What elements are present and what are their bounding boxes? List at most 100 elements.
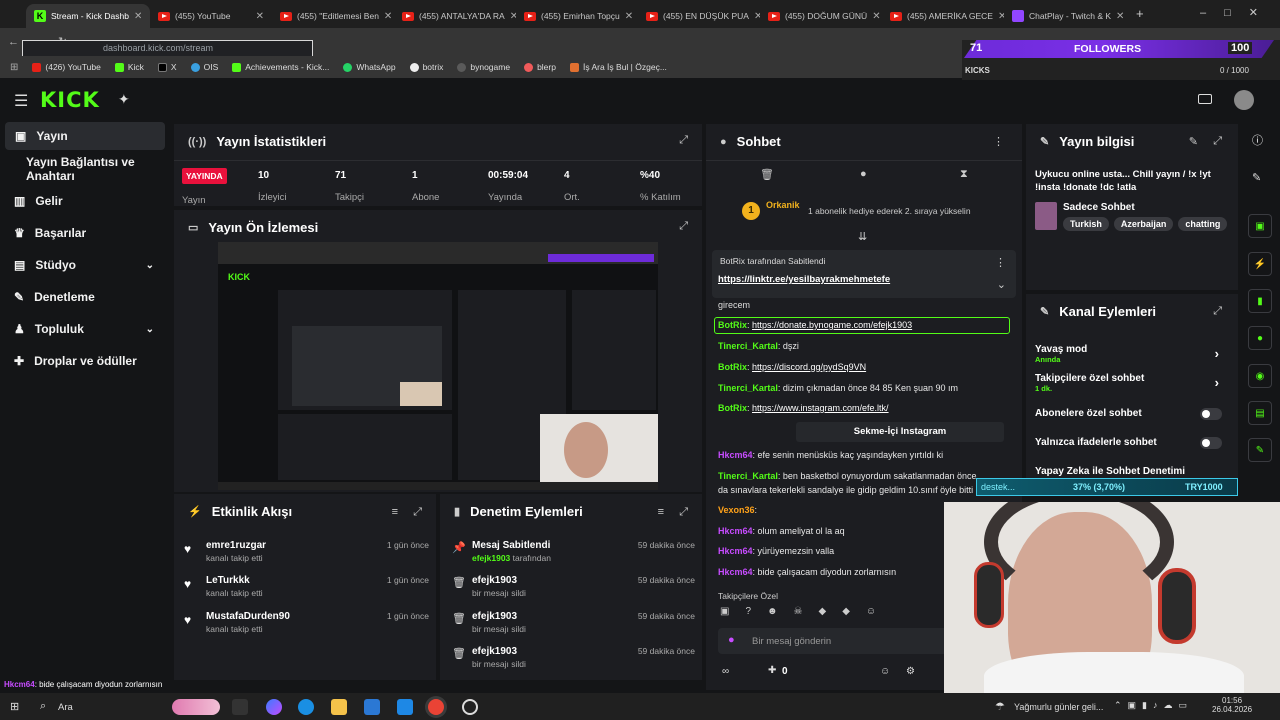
chat-username[interactable]: Hkcm64	[718, 526, 753, 536]
tab-youtube[interactable]: (455) EN DÜŞÜK PUA ✕	[638, 4, 760, 28]
tab-youtube[interactable]: (455) "Editlemesi Ben ✕	[272, 4, 394, 28]
new-tab-button[interactable]: +	[1136, 6, 1144, 21]
sidebar-item-basarilar[interactable]: ♛ Başarılar	[0, 219, 172, 247]
sidebar-item-droplar[interactable]: ✚ Droplar ve ödüller	[0, 347, 172, 375]
ai-moderation-row[interactable]: Yapay Zeka ile Sohbet Denetimi	[1035, 466, 1225, 476]
instagram-tab-button[interactable]: Sekme-İçi Instagram	[796, 422, 1004, 442]
subscribers-only-toggle[interactable]	[1200, 408, 1222, 420]
close-tab-icon[interactable]: ✕	[384, 11, 392, 22]
rail-button-5[interactable]: ◉	[1248, 364, 1272, 388]
emotes-only-row[interactable]: Yalnızca ifadelerle sohbet	[1035, 437, 1225, 448]
emote-icon[interactable]: ☺	[866, 606, 876, 622]
tag[interactable]: Turkish	[1063, 217, 1109, 231]
sidebar-item-studyo[interactable]: ▤ Stüdyo ⌄	[0, 251, 172, 279]
emote-icon[interactable]: ☠	[794, 606, 803, 622]
collapse-icon[interactable]: ⇊	[858, 230, 867, 243]
file-explorer-icon[interactable]	[331, 699, 347, 715]
emotes-only-toggle[interactable]	[1200, 437, 1222, 449]
weather-text[interactable]: Yağmurlu günler geli...	[1014, 702, 1103, 712]
expand-icon[interactable]: ⤢	[679, 220, 688, 233]
expand-icon[interactable]: ⤢	[679, 134, 688, 147]
close-tab-icon[interactable]: ✕	[872, 11, 880, 22]
taskbar-search[interactable]: Ara	[58, 702, 73, 713]
info-icon[interactable]: ⓘ	[1252, 132, 1263, 148]
pencil-icon[interactable]: ✎	[1252, 171, 1261, 184]
obs-icon[interactable]	[462, 699, 478, 715]
chrome-icon[interactable]	[428, 699, 444, 715]
chat-bubble-icon[interactable]: ●	[860, 168, 867, 180]
slow-mode-row[interactable]: Yavaş mod Anında ›	[1035, 344, 1225, 364]
windows-start-icon[interactable]: ⊞	[10, 700, 19, 713]
chat-link[interactable]: https://donate.bynogame.com/efejk1903	[752, 320, 912, 330]
rail-button-6[interactable]: ▤	[1248, 401, 1272, 425]
chat-username[interactable]: Tinerci_Kartal	[718, 383, 778, 393]
bookmark-whatsapp[interactable]: WhatsApp	[343, 62, 396, 72]
sidebar-item-gelir[interactable]: ▥ Gelir	[0, 187, 172, 215]
rail-button-7[interactable]: ✎	[1248, 438, 1272, 462]
hourglass-icon[interactable]: ⧗	[960, 168, 968, 181]
sidebar-item-yayin[interactable]: ▣ Yayın	[5, 122, 165, 150]
apps-icon[interactable]: ⊞	[10, 62, 18, 73]
sidebar-item-denetleme[interactable]: ✎ Denetleme	[0, 283, 172, 311]
emote-icon[interactable]: ▣	[720, 606, 729, 622]
tag[interactable]: chatting	[1178, 217, 1228, 231]
emote-icon[interactable]: ◆	[819, 606, 827, 622]
edge-icon[interactable]	[298, 699, 314, 715]
chat-username[interactable]: BotRix	[718, 362, 747, 372]
tab-chatplay[interactable]: ChatPlay - Twitch & K ✕	[1004, 4, 1128, 28]
more-options-icon[interactable]: ⋮	[993, 135, 1004, 148]
close-tab-icon[interactable]: ✕	[625, 11, 633, 22]
back-icon[interactable]: ←	[8, 36, 19, 48]
emote-icon[interactable]: ?	[745, 606, 751, 622]
expand-icon[interactable]: ⤢	[413, 506, 422, 519]
bookmark-kick[interactable]: Kick	[114, 62, 144, 72]
stream-preview-video[interactable]: KICK	[218, 242, 658, 490]
bookmark-achievements[interactable]: Achievements - Kick...	[232, 62, 329, 72]
followers-only-row[interactable]: Takipçilere özel sohbet 1 dk. ›	[1035, 373, 1225, 393]
subscribers-only-row[interactable]: Abonelere özel sohbet	[1035, 408, 1225, 419]
tab-youtube[interactable]: (455) ANTALYA'DA RA ✕	[394, 4, 516, 28]
unpin-icon[interactable]: ⋮	[995, 256, 1006, 269]
chat-username[interactable]: Hkcm64	[718, 567, 753, 577]
trash-icon[interactable]: 🗑	[760, 168, 774, 181]
chat-username[interactable]: BotRix	[718, 403, 747, 413]
tab-youtube[interactable]: (455) AMERİKA GECE ✕	[882, 4, 1004, 28]
tab-youtube[interactable]: (455) YouTube ✕	[150, 4, 272, 28]
rail-button-1[interactable]: ▣	[1248, 214, 1272, 238]
system-tray-icons[interactable]: ⌃▣▮♪☁▭	[1114, 700, 1193, 711]
category-name[interactable]: Sadece Sohbet	[1063, 202, 1135, 213]
mail-icon[interactable]	[397, 699, 413, 715]
expand-icon[interactable]: ⤢	[1213, 135, 1222, 148]
tag[interactable]: Azerbaijan	[1113, 217, 1174, 231]
rail-button-3[interactable]: ▮	[1248, 289, 1272, 313]
chat-username[interactable]: Hkcm64	[718, 546, 753, 556]
chat-username[interactable]: Hkcm64	[718, 450, 753, 460]
bookmark-blerp[interactable]: blerp	[524, 62, 556, 72]
bookmark-youtube[interactable]: (426) YouTube	[32, 62, 101, 72]
menu-icon[interactable]: ☰	[14, 91, 28, 111]
chat-username[interactable]: Vexon36	[718, 505, 755, 515]
filter-icon[interactable]: ≡	[392, 506, 398, 518]
users-icon[interactable]: ∞	[722, 666, 729, 677]
clock[interactable]: 01:56 26.04.2026	[1212, 696, 1252, 714]
pinned-link[interactable]: https://linktr.ee/yesilbayrakmehmetefe	[718, 274, 890, 285]
tab-youtube[interactable]: (455) DOĞUM GÜNÜ ✕	[760, 4, 882, 28]
sidebar-item-stream-key[interactable]: Yayın Bağlantısı ve Anahtarı	[0, 155, 172, 183]
bookmark-botrix[interactable]: botrix	[409, 62, 443, 72]
pin-icon[interactable]: ✦	[118, 91, 130, 108]
chat-link[interactable]: https://www.instagram.com/efe.ltk/	[752, 403, 889, 413]
close-tab-icon[interactable]: ✕	[1116, 11, 1124, 22]
search-icon[interactable]: ⌕	[40, 700, 46, 713]
bookmark-is-ara[interactable]: İş Ara İş Bul | Özgeç...	[569, 62, 667, 72]
expand-icon[interactable]: ⤢	[679, 506, 688, 519]
close-tab-icon[interactable]: ✕	[256, 11, 264, 22]
tab-youtube[interactable]: (455) Emirhan Topçu ✕	[516, 4, 638, 28]
chat-link[interactable]: https://discord.gg/pydSq9VN	[752, 362, 866, 372]
chat-username[interactable]: BotRix	[718, 320, 747, 330]
cast-icon[interactable]	[1198, 94, 1212, 104]
gift-icon[interactable]: ✚	[768, 665, 776, 676]
emote-picker-icon[interactable]: ☺	[880, 666, 890, 677]
edit-icon[interactable]: ✎	[1189, 135, 1198, 148]
settings-icon[interactable]: ⚙	[906, 666, 915, 677]
microphone-icon[interactable]: ●	[728, 634, 735, 646]
